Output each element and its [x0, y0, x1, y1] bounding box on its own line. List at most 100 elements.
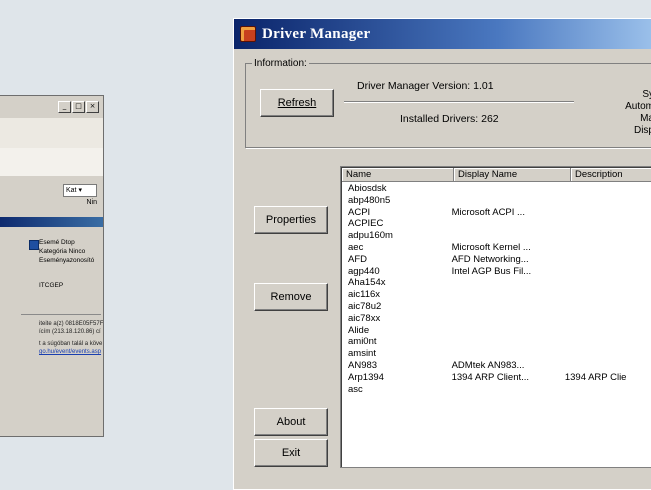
about-button[interactable]: About [254, 408, 328, 436]
maximize-icon[interactable]: □ [72, 101, 85, 113]
display-name-cell [452, 183, 565, 195]
display-name-cell: 1394 ARP Client... [451, 371, 530, 383]
driver-name-cell: Alide [348, 324, 370, 336]
background-toolbar [0, 118, 103, 148]
driver-name-cell: agp440 [348, 265, 380, 277]
display-name-cell [452, 195, 565, 207]
display-name-cell [452, 277, 565, 289]
background-filter-area [0, 148, 103, 176]
window-title: Driver Manager [262, 25, 371, 42]
list-header: Name Display Name Description [342, 168, 651, 182]
event-host: ITCGEP [39, 282, 64, 289]
table-row[interactable]: AN983 ADMtek AN983... [348, 360, 651, 372]
driver-name-cell: Abiosdsk [348, 183, 387, 194]
display-name-cell [452, 313, 565, 325]
background-category-combo[interactable]: Kat ▾ [63, 184, 97, 197]
driver-name-cell: abp480n5 [348, 194, 391, 206]
description-cell [565, 325, 651, 337]
list-rows: Abiosdsk abp480n5 ACPI Microsoft ACPI ... AC… [348, 183, 651, 395]
table-row[interactable]: agp440 Intel AGP Bus Fil... [348, 266, 651, 278]
table-row[interactable]: Arp1394 1394 ARP Client... 1394 ARP Clie [348, 372, 651, 384]
table-row[interactable]: abp480n5 [348, 195, 651, 207]
description-cell [565, 195, 651, 207]
display-name-cell [452, 218, 565, 230]
table-row[interactable]: Alide [348, 325, 651, 337]
driver-name-cell: asc [348, 383, 363, 395]
app-icon [240, 26, 256, 42]
refresh-label: Refresh [277, 97, 317, 109]
table-row[interactable]: AFD AFD Networking... [348, 254, 651, 266]
description-cell [565, 218, 651, 230]
driver-name-cell: aic78u2 [348, 300, 382, 312]
table-row[interactable]: amsint [348, 348, 651, 360]
display-name-cell [452, 301, 565, 313]
display-name-cell [452, 325, 565, 337]
driver-name-cell: aic116x [348, 289, 381, 301]
driver-name-cell: AN983 [348, 359, 378, 371]
description-line: ícím (213.18.120.86) cí [39, 329, 101, 335]
description-cell [565, 301, 651, 313]
table-row[interactable]: aic116x [348, 289, 651, 301]
close-icon[interactable]: × [86, 101, 99, 113]
event-help-text: t a súgóban talál a köve go.hu/event/eve… [39, 340, 103, 356]
event-description: iteite a(z) 0818E05F57F ícím (213.18.120… [39, 320, 103, 336]
exit-button[interactable]: Exit [254, 439, 328, 467]
refresh-button[interactable]: Refresh [260, 89, 334, 117]
description-cell [565, 242, 651, 254]
table-row[interactable]: aic78xx [348, 313, 651, 325]
background-caption-buttons: _ □ × [58, 101, 99, 113]
version-text: Driver Manager Version: 1.01 [357, 80, 494, 92]
event-field-line: Eseményazonosító [39, 257, 95, 264]
driver-manager-window: Driver Manager Information: Refresh Driv… [233, 18, 651, 490]
title-bar[interactable]: Driver Manager [234, 19, 651, 49]
divider [21, 314, 101, 315]
installed-drivers-text: Installed Drivers: 262 [400, 113, 499, 125]
display-name-cell: Microsoft Kernel ... [451, 241, 531, 253]
column-header-display-name[interactable]: Display Name [454, 168, 571, 182]
table-row[interactable]: aec Microsoft Kernel ... [348, 242, 651, 254]
info-right-label: Autom [625, 101, 651, 112]
table-row[interactable]: ami0nt [348, 336, 651, 348]
info-right-label: Ma [640, 113, 651, 124]
background-combo-value: Nin [86, 199, 97, 206]
driver-name-cell: aec [348, 241, 364, 253]
description-cell [565, 183, 651, 195]
remove-button[interactable]: Remove [254, 283, 328, 311]
event-icon [29, 240, 39, 250]
table-row[interactable]: ACPI Microsoft ACPI ... [348, 207, 651, 219]
table-row[interactable]: adpu160m [348, 230, 651, 242]
driver-name-cell: adpu160m [348, 230, 393, 242]
display-name-cell: Microsoft ACPI ... [451, 206, 525, 218]
table-row[interactable]: aic78u2 [348, 301, 651, 313]
driver-name-cell: amsint [348, 348, 376, 360]
display-name-cell: Intel AGP Bus Fil... [451, 265, 532, 277]
column-header-description[interactable]: Description [571, 168, 651, 182]
description-cell [565, 254, 651, 266]
display-name-cell [452, 336, 565, 348]
description-cell [565, 289, 651, 301]
help-link[interactable]: go.hu/event/events.asp [39, 348, 103, 356]
description-cell [565, 313, 651, 325]
description-cell [565, 207, 651, 219]
background-selected-strip[interactable]: el [0, 217, 103, 227]
minimize-icon[interactable]: _ [58, 101, 71, 113]
properties-button[interactable]: Properties [254, 206, 328, 234]
table-row[interactable]: Aha154x [348, 277, 651, 289]
driver-name-cell: Aha154x [348, 277, 386, 289]
driver-name-cell: aic78xx [348, 312, 381, 324]
display-name-cell [452, 384, 565, 396]
description-cell [565, 230, 651, 242]
table-row[interactable]: asc [348, 384, 651, 396]
info-right-label: Disp [633, 125, 651, 136]
driver-name-cell: ACPI [348, 206, 371, 218]
event-field-line: Esemé Dtop [39, 239, 75, 246]
event-fields: Esemé Dtop Kategória Ninco Eseményazonos… [39, 238, 103, 265]
table-row[interactable]: ACPIEC [348, 218, 651, 230]
driver-list[interactable]: Name Display Name Description Abiosdsk ab… [340, 166, 651, 468]
event-field-line: Kategória Ninco [39, 248, 86, 255]
info-separator [344, 101, 574, 102]
table-row[interactable]: Abiosdsk [348, 183, 651, 195]
column-header-name[interactable]: Name [342, 168, 454, 182]
info-right-label: Sy [642, 89, 651, 100]
description-cell [565, 266, 651, 278]
